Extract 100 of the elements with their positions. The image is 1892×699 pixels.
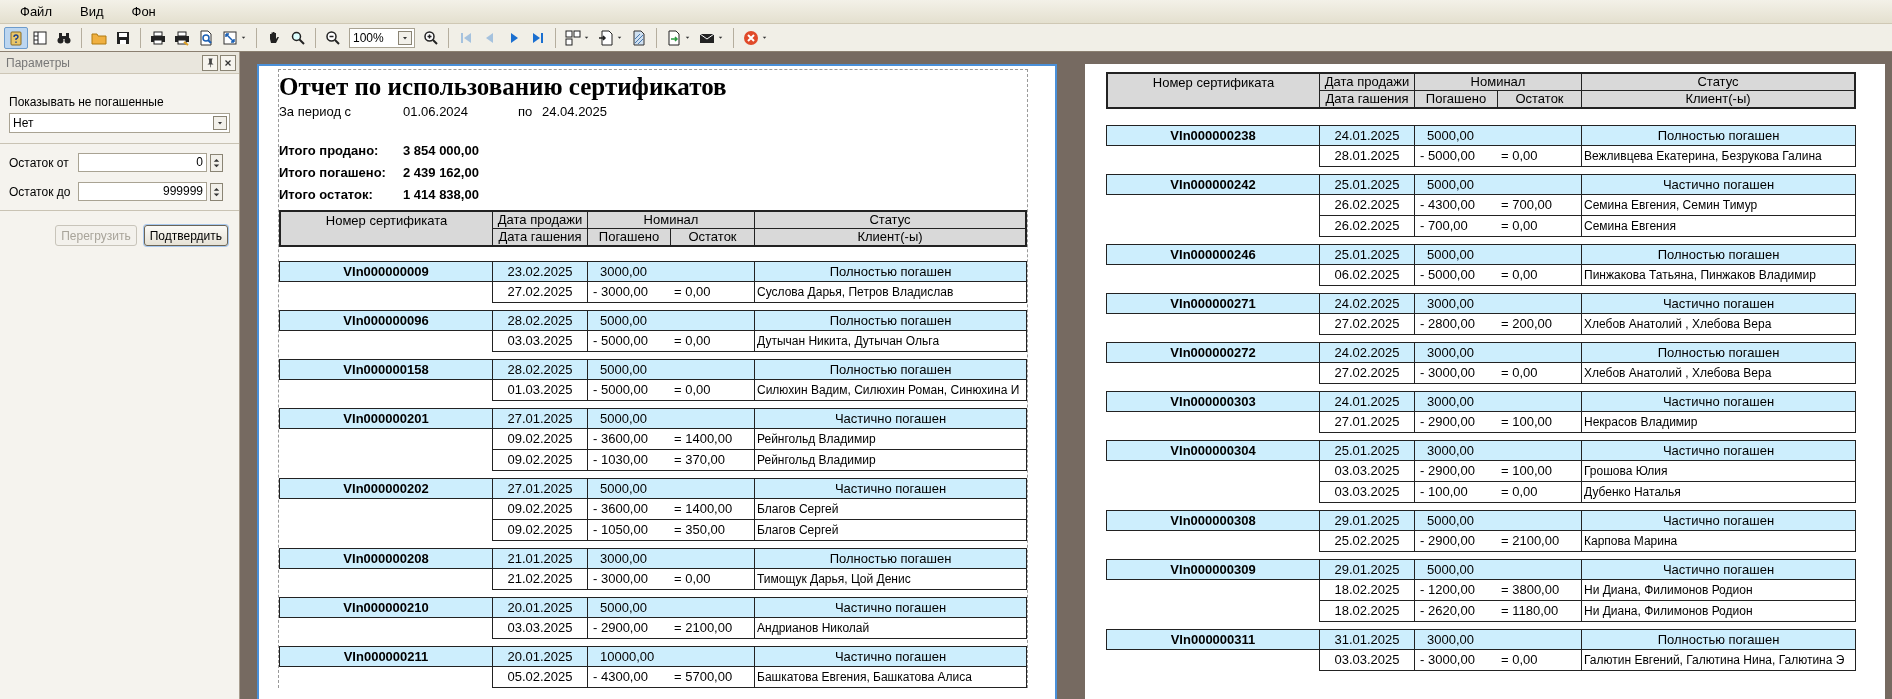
certificate-cell: VIn000000303 xyxy=(1106,391,1320,412)
status-cell: Частично погашен xyxy=(1582,293,1856,314)
column-header: Номер сертификата xyxy=(281,212,493,245)
date-cell: 25.01.2025 xyxy=(1320,440,1415,461)
period-label: За период с xyxy=(279,103,353,121)
date-cell: 24.01.2025 xyxy=(1320,125,1415,146)
amount-cell: = 0,00 xyxy=(1498,482,1582,503)
date-cell: 09.02.2025 xyxy=(492,429,588,450)
column-header: Номинал xyxy=(1415,74,1582,90)
client-cell: Семина Евгения xyxy=(1582,216,1856,237)
certificate-cell: VIn000000272 xyxy=(1106,342,1320,363)
client-cell: Ни Диана, Филимонов Родион xyxy=(1582,580,1856,601)
client-cell: Некрасов Владимир xyxy=(1582,412,1856,433)
zoom-combobox[interactable]: 100% xyxy=(349,27,415,48)
date-cell: 09.02.2025 xyxy=(492,520,588,541)
date-cell: 06.02.2025 xyxy=(1319,265,1415,286)
amount-cell: = 0,00 xyxy=(1498,650,1582,671)
status-cell: Частично погашен xyxy=(1582,391,1856,412)
status-cell: Частично погашен xyxy=(755,408,1027,429)
date-cell: 25.01.2025 xyxy=(1320,244,1415,265)
certificate-cell: VIn000000210 xyxy=(279,597,493,618)
close-button[interactable] xyxy=(220,54,236,71)
date-cell: 24.02.2025 xyxy=(1320,293,1415,314)
close-icon xyxy=(743,29,759,46)
date-cell: 18.02.2025 xyxy=(1319,601,1415,622)
caret-icon xyxy=(240,34,247,41)
period-date: 01.06.2024 xyxy=(403,103,470,121)
export-file-icon xyxy=(666,29,682,46)
certificate-cell: VIn000000271 xyxy=(1106,293,1320,314)
status-cell: Частично погашен xyxy=(1582,510,1856,531)
report-title: Отчет по использованию сертификатов xyxy=(279,72,728,102)
amount-cell: = 0,00 xyxy=(1498,363,1582,384)
amount-cell: - 2900,00 xyxy=(1415,461,1498,482)
column-header: Дата продажи xyxy=(1320,74,1415,90)
nominal-cell: 3000,00 xyxy=(1415,293,1582,314)
spinner-button[interactable] xyxy=(210,153,223,172)
column-header: Погашено xyxy=(1415,91,1498,107)
amount-cell: - 3600,00 xyxy=(588,499,671,520)
period-label: по xyxy=(518,103,534,121)
amount-cell: - 3000,00 xyxy=(1415,363,1498,384)
client-cell: Вежливцева Екатерина, Безрукова Галина xyxy=(1582,146,1856,167)
certificate-cell: VIn000000309 xyxy=(1106,559,1320,580)
menu-item[interactable]: Фон xyxy=(119,1,168,22)
pin-button[interactable] xyxy=(202,54,218,71)
date-cell: 28.02.2025 xyxy=(493,359,588,380)
client-cell: Дубенко Наталья xyxy=(1582,482,1856,503)
amount-cell: = 1400,00 xyxy=(671,429,755,450)
amount-cell: - 2900,00 xyxy=(1415,531,1498,552)
menu-item[interactable]: Файл xyxy=(8,1,64,22)
date-cell: 01.03.2025 xyxy=(492,380,588,401)
client-cell: Грошова Юлия xyxy=(1582,461,1856,482)
column-header: Клиент(-ы) xyxy=(1684,91,1752,107)
client-cell: Хлебов Анатолий , Хлебова Вера xyxy=(1582,363,1856,384)
date-cell: 27.02.2025 xyxy=(1319,314,1415,335)
panel-button[interactable]: Подтвердить xyxy=(143,225,228,246)
client-cell: Силюхин Вадим, Силюхин Роман, Синюхина И xyxy=(755,380,1027,401)
zoom-in-icon xyxy=(423,29,439,46)
date-cell: 26.02.2025 xyxy=(1319,216,1415,237)
date-cell: 21.02.2025 xyxy=(492,569,588,590)
total-label: Итого продано: xyxy=(279,142,380,161)
nominal-cell: 3000,00 xyxy=(1415,342,1582,363)
spinner-button[interactable] xyxy=(210,182,223,201)
client-cell: Семина Евгения, Семин Тимур xyxy=(1582,195,1856,216)
amount-cell: = 0,00 xyxy=(1498,146,1582,167)
amount-cell: = 0,00 xyxy=(1498,216,1582,237)
certificate-cell: VIn000000009 xyxy=(279,261,493,282)
date-cell: 18.02.2025 xyxy=(1319,580,1415,601)
certificate-cell: VIn000000311 xyxy=(1106,629,1320,650)
caret-icon xyxy=(684,34,691,41)
client-cell: Галютин Евгений, Галютина Нина, Галютина Э xyxy=(1582,650,1856,671)
dropdown-field[interactable]: Нет xyxy=(9,113,230,133)
client-cell: Рейнгольд Владимир xyxy=(755,450,1027,471)
amount-cell: - 100,00 xyxy=(1415,482,1498,503)
column-header: Номинал xyxy=(588,212,755,228)
total-value: 3 854 000,00 xyxy=(403,142,479,161)
amount-cell: = 3800,00 xyxy=(1498,580,1582,601)
page-magnifier-icon xyxy=(198,29,214,46)
nominal-cell: 5000,00 xyxy=(1415,174,1582,195)
nominal-cell: 5000,00 xyxy=(588,310,755,331)
field-label: Показывать не погашенные xyxy=(9,94,165,110)
nominal-cell: 5000,00 xyxy=(1415,559,1582,580)
amount-cell: - 2900,00 xyxy=(588,618,671,639)
nominal-cell: 3000,00 xyxy=(1415,440,1582,461)
status-cell: Полностью погашен xyxy=(755,261,1027,282)
amount-cell: = 2100,00 xyxy=(671,618,755,639)
number-field[interactable]: 999999 xyxy=(78,182,207,201)
date-cell: 03.03.2025 xyxy=(1319,482,1415,503)
amount-cell: - 2620,00 xyxy=(1415,601,1498,622)
caret-icon xyxy=(761,34,768,41)
menu-item[interactable]: Вид xyxy=(67,1,116,22)
client-cell: Карпова Марина xyxy=(1582,531,1856,552)
certificate-cell: VIn000000201 xyxy=(279,408,493,429)
amount-cell: = 700,00 xyxy=(1498,195,1582,216)
date-cell: 20.01.2025 xyxy=(493,646,588,667)
caret-icon xyxy=(616,34,623,41)
certificate-cell: VIn000000308 xyxy=(1106,510,1320,531)
date-cell: 27.02.2025 xyxy=(492,282,588,303)
number-field[interactable]: 0 xyxy=(78,153,207,172)
certificate-cell: VIn000000208 xyxy=(279,548,493,569)
date-cell: 29.01.2025 xyxy=(1320,559,1415,580)
